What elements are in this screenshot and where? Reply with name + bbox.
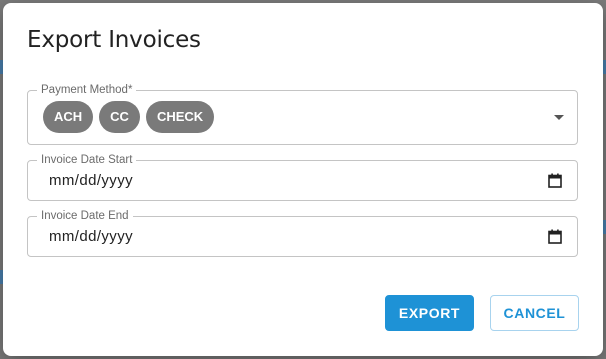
invoice-date-start-field[interactable]: Invoice Date Start mm/dd/yyyy xyxy=(27,153,578,201)
payment-method-label: Payment Method* xyxy=(37,83,137,97)
chip-check[interactable]: CHECK xyxy=(145,101,215,133)
calendar-icon[interactable] xyxy=(548,229,562,244)
invoice-date-end-label: Invoice Date End xyxy=(37,209,133,223)
invoice-date-start-value[interactable]: mm/dd/yyyy xyxy=(49,172,133,189)
payment-method-chips: ACH CC CHECK xyxy=(43,101,215,133)
chip-ach[interactable]: ACH xyxy=(43,101,94,133)
invoice-date-start-label: Invoice Date Start xyxy=(37,153,137,167)
dialog-title: Export Invoices xyxy=(27,27,201,53)
invoice-date-end-value[interactable]: mm/dd/yyyy xyxy=(49,228,133,245)
cancel-button[interactable]: CANCEL xyxy=(490,295,579,331)
chip-cc[interactable]: CC xyxy=(99,101,140,133)
export-button[interactable]: EXPORT xyxy=(385,295,474,331)
payment-method-select[interactable]: Payment Method* ACH CC CHECK xyxy=(27,83,578,145)
calendar-icon[interactable] xyxy=(548,173,562,188)
invoice-date-end-field[interactable]: Invoice Date End mm/dd/yyyy xyxy=(27,209,578,257)
export-invoices-dialog: Export Invoices Payment Method* ACH CC C… xyxy=(3,3,603,356)
chevron-down-icon[interactable] xyxy=(554,115,564,120)
